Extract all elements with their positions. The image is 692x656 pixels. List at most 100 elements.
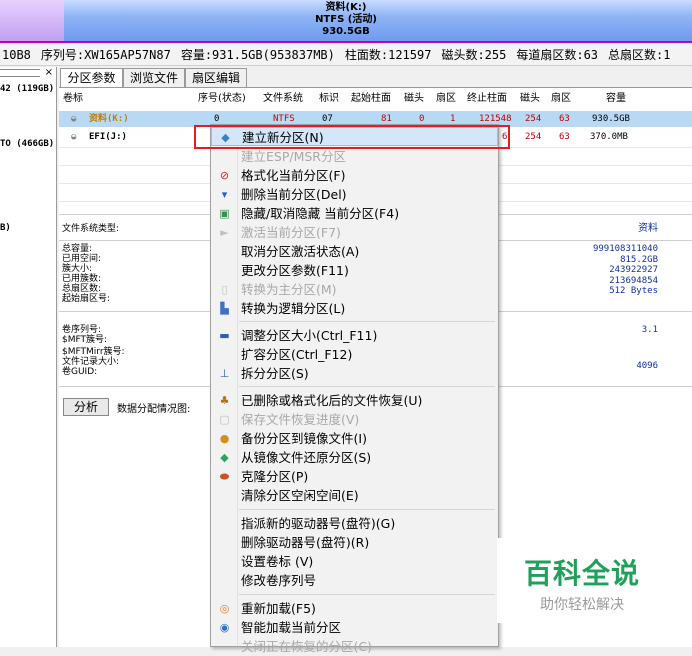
menu-item-label: 智能加载当前分区	[241, 620, 342, 635]
menu-item-label: 指派新的驱动器号(盘符)(G)	[241, 516, 396, 531]
menu-item-split-partition[interactable]: ⊥ 拆分分区(S)	[211, 364, 498, 383]
col-header: 磁头	[404, 93, 424, 104]
menu-item-change-params[interactable]: 更改分区参数(F11)	[211, 261, 498, 280]
reload-icon: ◎	[219, 602, 230, 615]
primary-icon: ▯	[221, 283, 228, 296]
detail-label: 簇大小:	[62, 264, 93, 274]
detail-label: 总容量:	[62, 244, 93, 254]
tab-sector-edit[interactable]: 扇区编辑	[185, 68, 247, 87]
menu-item-restore-image[interactable]: ◆ 从镜像文件还原分区(S)	[211, 448, 498, 467]
highlight-annotation-box	[194, 125, 510, 149]
detail-value: 815.2GB	[620, 254, 658, 265]
menu-item-label: 格式化当前分区(F)	[241, 168, 346, 183]
menu-item-label: 清除分区空闲空间(E)	[241, 488, 359, 503]
menu-item-change-serial[interactable]: 修改卷序列号	[211, 571, 498, 590]
menu-item-set-volume-label[interactable]: 设置卷标 (V)	[211, 552, 498, 571]
disk-serial: 序列号:XW165AP57N87	[40, 48, 171, 62]
menu-item-convert-logical[interactable]: ▙ 转换为逻辑分区(L)	[211, 299, 498, 318]
menu-item-label: 克隆分区(P)	[241, 469, 309, 484]
tab-browse-files[interactable]: 浏览文件	[123, 68, 185, 87]
split-icon: ⊥	[219, 367, 230, 380]
col-header: 文件系统	[263, 93, 303, 104]
menu-separator	[239, 321, 495, 322]
end-sector: 63	[559, 132, 570, 142]
menu-item-label: 转换为逻辑分区(L)	[241, 301, 346, 316]
menu-item-label: 修改卷序列号	[241, 573, 317, 588]
detail-label: 卷GUID:	[62, 367, 98, 377]
restore-icon: ◆	[220, 451, 229, 464]
menu-item-activate-partition[interactable]: ► 激活当前分区(F7)	[211, 223, 498, 242]
fs-type-label: 文件系统类型:	[62, 224, 120, 234]
col-header: 标识	[319, 93, 339, 104]
allocation-map-label: 数据分配情况图:	[117, 404, 191, 415]
drive-icon: ◒	[71, 132, 77, 142]
detail-label: $MFTMirr簇号:	[62, 347, 125, 357]
resize-icon: ▬	[219, 329, 230, 342]
menu-item-wipe-free-space[interactable]: 清除分区空闲空间(E)	[211, 486, 498, 505]
detail-label: 总扇区数:	[62, 284, 102, 294]
menu-item-convert-primary[interactable]: ▯ 转换为主分区(M)	[211, 280, 498, 299]
col-header: 序号(状态)	[198, 93, 246, 104]
partition-context-menu[interactable]: ◆ 建立新分区(N) 建立ESP/MSR分区 ⊘ 格式化当前分区(F) ▾ 删除当前分…	[210, 124, 499, 654]
drive-icon: ◒	[71, 114, 77, 124]
detail-label: $MFT簇号:	[62, 335, 108, 345]
tab-partition-params[interactable]: 分区参数	[60, 68, 123, 88]
disk-header-bar[interactable]: 资料(K:) NTFS (活动) 930.5GB	[0, 0, 692, 43]
menu-item-backup-image[interactable]: ● 备份分区到镜像文件(I)	[211, 429, 498, 448]
recover-icon: ♣	[219, 394, 230, 407]
menu-item-clone-partition[interactable]: ⬬ 克隆分区(P)	[211, 467, 498, 486]
watermark-title: 百科全说	[523, 557, 640, 590]
partition-capacity: 930.5GB	[592, 114, 630, 124]
col-header: 容量	[606, 93, 626, 104]
menu-item-label: 删除驱动器号(盘符)(R)	[241, 535, 370, 550]
save-progress-icon: ▢	[219, 413, 230, 426]
fs-type-value: 资料	[638, 223, 658, 234]
menu-item-label: 取消分区激活状态(A)	[241, 244, 360, 259]
clone-icon: ⬬	[219, 470, 230, 483]
menu-item-extend-partition[interactable]: 扩容分区(Ctrl_F12)	[211, 345, 498, 364]
menu-item-label: 重新加载(F5)	[241, 601, 316, 616]
watermark: 百科全说 助你轻松解决	[497, 538, 667, 623]
menu-item-deactivate-partition[interactable]: 取消分区激活状态(A)	[211, 242, 498, 261]
end-head: 254	[525, 132, 542, 142]
menu-item-create-esp-msr[interactable]: 建立ESP/MSR分区	[211, 147, 498, 166]
menu-item-smart-load[interactable]: ◉ 智能加载当前分区	[211, 618, 498, 637]
menu-item-label: 备份分区到镜像文件(I)	[241, 431, 367, 446]
menu-item-remove-drive-letter[interactable]: 删除驱动器号(盘符)(R)	[211, 533, 498, 552]
tree-disk-entry[interactable]: 42 (119GB)	[0, 84, 54, 94]
menu-item-label: 删除当前分区(Del)	[241, 187, 347, 202]
menu-item-hide-partition[interactable]: ▣ 隐藏/取消隐藏 当前分区(F4)	[211, 204, 498, 223]
end-sector: 63	[559, 114, 570, 124]
detail-value: 213694854	[609, 275, 658, 286]
disk-tree-panel[interactable]: × 42 (119GB) TO (466GB) B)	[0, 67, 57, 647]
detail-label: 文件记录大小:	[62, 357, 120, 367]
detail-value: 4096	[636, 361, 658, 371]
menu-item-assign-drive-letter[interactable]: 指派新的驱动器号(盘符)(G)	[211, 514, 498, 533]
tree-disk-entry[interactable]: B)	[0, 223, 11, 233]
menu-item-save-recovery-progress[interactable]: ▢ 保存文件恢复进度(V)	[211, 410, 498, 429]
disk-partition-size: 930.5GB	[322, 26, 370, 37]
disk-partition-name: 资料(K:)	[325, 2, 367, 13]
menu-item-label: 隐藏/取消隐藏 当前分区(F4)	[241, 206, 400, 221]
backup-icon: ●	[219, 432, 230, 445]
menu-item-label: 从镜像文件还原分区(S)	[241, 450, 372, 465]
detail-value: 243922927	[609, 265, 658, 275]
menu-item-format-partition[interactable]: ⊘ 格式化当前分区(F)	[211, 166, 498, 185]
detail-label: 卷序列号:	[62, 325, 102, 335]
delete-icon: ▾	[221, 188, 228, 201]
analyze-button[interactable]: 分析	[63, 398, 109, 416]
detail-label: 已用空间:	[62, 254, 102, 264]
detail-label: 起始扇区号:	[62, 294, 111, 304]
close-icon[interactable]: ×	[45, 67, 53, 78]
menu-item-file-recovery[interactable]: ♣ 已删除或格式化后的文件恢复(U)	[211, 391, 498, 410]
col-header: 起始柱面	[351, 93, 391, 104]
menu-item-label: 转换为主分区(M)	[241, 282, 337, 297]
menu-item-reload[interactable]: ◎ 重新加载(F5)	[211, 599, 498, 618]
menu-item-delete-partition[interactable]: ▾ 删除当前分区(Del)	[211, 185, 498, 204]
disk-cylinders: 柱面数:121597	[344, 48, 432, 62]
menu-item-resize-partition[interactable]: ▬ 调整分区大小(Ctrl_F11)	[211, 326, 498, 345]
detail-value: 512 Bytes	[609, 286, 658, 296]
menu-item-label: 调整分区大小(Ctrl_F11)	[241, 328, 378, 343]
disk-sectors-per-track: 每道扇区数:63	[516, 48, 599, 62]
tree-disk-entry[interactable]: TO (466GB)	[0, 139, 54, 149]
